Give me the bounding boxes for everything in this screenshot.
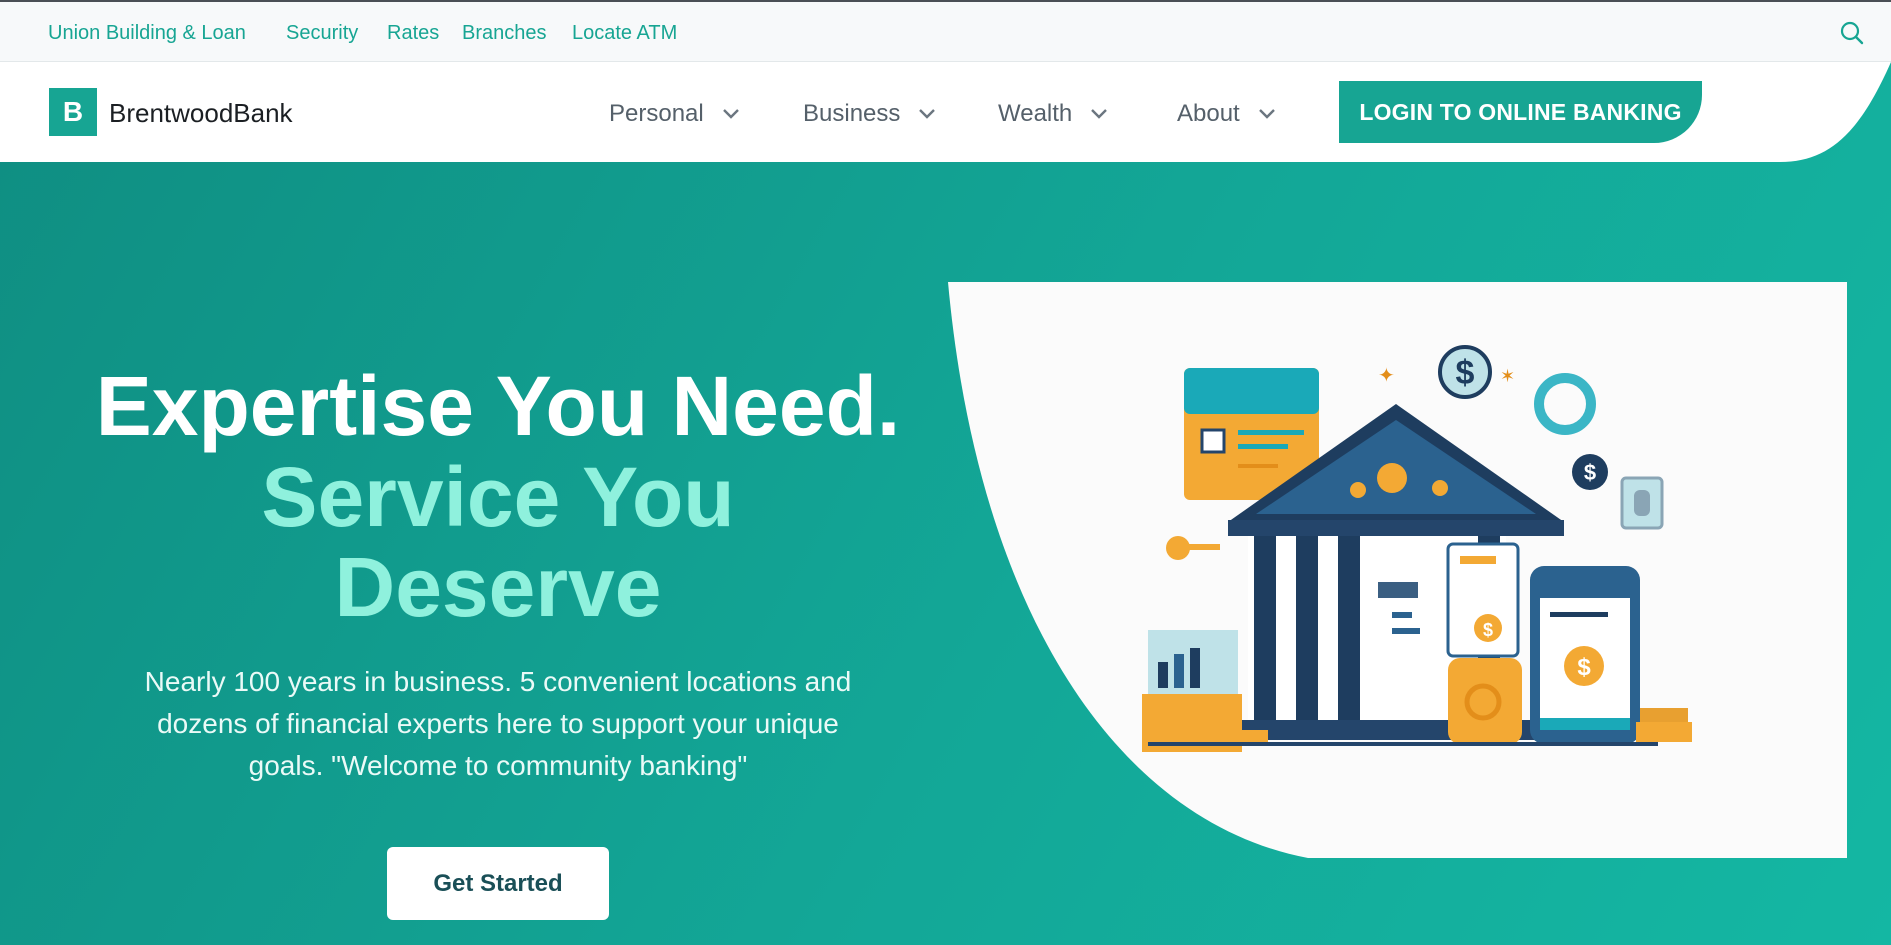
utility-link-union-building-loan[interactable]: Union Building & Loan [48, 22, 246, 45]
brand-logo-mark[interactable]: B [49, 88, 97, 136]
login-online-banking-button[interactable]: LOGIN TO ONLINE BANKING [1339, 81, 1702, 143]
hero-subtext-line3: goals. "Welcome to community banking" [248, 750, 748, 781]
main-navigation: B BrentwoodBank Personal Business Wealth… [0, 62, 1891, 162]
svg-text:$: $ [1577, 654, 1591, 681]
chevron-down-icon [722, 109, 739, 119]
chevron-down-icon [1258, 109, 1275, 119]
svg-text:$: $ [1483, 620, 1493, 640]
svg-text:$: $ [1456, 354, 1475, 392]
svg-text:$: $ [1584, 460, 1596, 485]
svg-text:✶: ✶ [1500, 366, 1515, 387]
utility-link-security[interactable]: Security [286, 22, 358, 45]
nav-item-business[interactable]: Business [803, 100, 936, 128]
nav-item-personal[interactable]: Personal [609, 100, 740, 128]
hero-subtext-line1: Nearly 100 years in business. 5 convenie… [144, 666, 852, 697]
nav-item-business-label: Business [803, 100, 901, 127]
hero-section: Expertise You Need. Service You Deserve … [0, 62, 1891, 945]
hero-headline-line1: Expertise You Need. [95, 359, 901, 453]
utility-link-rates[interactable]: Rates [387, 22, 439, 45]
chevron-down-icon [919, 109, 936, 119]
hero-subtext-line2: dozens of financial experts here to supp… [157, 708, 839, 739]
nav-item-wealth-label: Wealth [998, 100, 1073, 127]
utility-link-branches[interactable]: Branches [462, 22, 547, 45]
hero-headline-line3: Deserve [334, 540, 662, 634]
chevron-down-icon [1091, 109, 1108, 119]
search-icon[interactable] [1839, 20, 1865, 46]
brand-name[interactable]: BrentwoodBank [109, 98, 293, 129]
utility-link-locate-atm[interactable]: Locate ATM [572, 22, 677, 45]
nav-item-about-label: About [1177, 100, 1240, 127]
hero-subtext: Nearly 100 years in business. 5 convenie… [112, 661, 884, 787]
get-started-button[interactable]: Get Started [387, 847, 609, 920]
hero-headline-line2: Service You [261, 450, 735, 544]
nav-item-personal-label: Personal [609, 100, 704, 127]
bank-illustration: $ $ ✦ ✶ $ $ [948, 282, 1847, 858]
utility-bar: Union Building & Loan Security Rates Bra… [0, 0, 1891, 62]
svg-text:✦: ✦ [1378, 363, 1395, 387]
nav-item-about[interactable]: About [1177, 100, 1276, 128]
nav-item-wealth[interactable]: Wealth [998, 100, 1108, 128]
